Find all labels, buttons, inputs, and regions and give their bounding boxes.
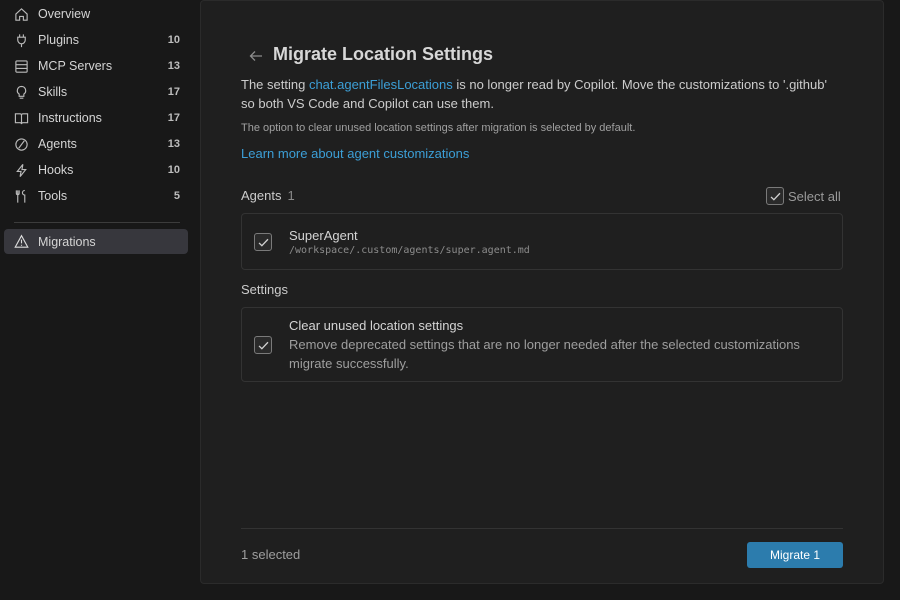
sidebar: Overview Plugins 10 MCP Servers 13 Skill…: [0, 0, 200, 600]
server-icon: [12, 57, 30, 75]
sidebar-divider: [14, 222, 180, 223]
sidebar-item-label: Tools: [38, 189, 68, 203]
page-description: The setting chat.agentFilesLocations is …: [241, 75, 841, 113]
sidebar-item-agents[interactable]: Agents 13: [4, 131, 188, 157]
setting-link[interactable]: chat.agentFilesLocations: [309, 77, 453, 92]
main-panel: Migrate Location Settings The setting ch…: [200, 0, 884, 584]
settings-item-checkbox[interactable]: [254, 336, 272, 354]
sidebar-item-plugins[interactable]: Plugins 10: [4, 27, 188, 53]
sidebar-item-migrations[interactable]: Migrations: [4, 229, 188, 254]
settings-item-description: Remove deprecated settings that are no l…: [289, 337, 800, 371]
check-icon: [258, 341, 268, 350]
learn-more-link[interactable]: Learn more about agent customizations: [241, 146, 469, 161]
sidebar-item-tools[interactable]: Tools 5: [4, 183, 188, 209]
home-icon: [12, 5, 30, 23]
sidebar-item-label: Overview: [38, 7, 91, 21]
sidebar-item-label: Hooks: [38, 163, 74, 177]
page-title: Migrate Location Settings: [273, 44, 494, 64]
arrow-left-icon: [249, 51, 262, 61]
sidebar-item-label: Instructions: [38, 111, 102, 125]
agent-icon: [12, 135, 30, 153]
sidebar-item-count: 17: [167, 86, 180, 98]
sidebar-item-count: 17: [167, 112, 180, 124]
sidebar-item-hooks[interactable]: Hooks 10: [4, 157, 188, 183]
sidebar-item-mcp-servers[interactable]: MCP Servers 13: [4, 53, 188, 79]
check-icon: [770, 192, 780, 201]
check-icon: [258, 238, 268, 247]
book-icon: [12, 109, 30, 127]
sidebar-item-overview[interactable]: Overview: [4, 1, 188, 27]
agent-item-checkbox[interactable]: [254, 233, 272, 251]
sidebar-item-label: Migrations: [38, 234, 96, 249]
selected-count: 1 selected: [241, 547, 301, 562]
back-button[interactable]: [245, 45, 267, 67]
sidebar-item-count: 13: [167, 60, 180, 72]
lightning-icon: [12, 161, 30, 179]
agent-item-card[interactable]: SuperAgent /workspace/.custom/agents/sup…: [241, 213, 843, 270]
footer-divider: [241, 528, 843, 529]
checkbox[interactable]: [766, 187, 784, 205]
migrate-button[interactable]: Migrate 1: [747, 542, 843, 568]
agents-section-label: Agents: [241, 188, 282, 203]
sidebar-item-instructions[interactable]: Instructions 17: [4, 105, 188, 131]
agents-section-title: Agents 1: [241, 188, 295, 203]
sidebar-item-count: 13: [167, 138, 180, 150]
default-note: The option to clear unused location sett…: [241, 122, 636, 134]
settings-item-card[interactable]: Clear unused location settings Remove de…: [241, 307, 843, 382]
warning-icon: [12, 233, 30, 251]
plug-icon: [12, 31, 30, 49]
sidebar-item-count: 5: [173, 190, 180, 202]
agent-path: /workspace/.custom/agents/super.agent.md: [289, 245, 530, 256]
settings-section-title: Settings: [241, 282, 288, 297]
tools-icon: [12, 187, 30, 205]
agent-name: SuperAgent: [289, 228, 358, 243]
sidebar-item-label: Plugins: [38, 33, 79, 47]
sidebar-item-label: MCP Servers: [38, 59, 113, 73]
sidebar-item-count: 10: [167, 34, 180, 46]
select-all-label: Select all: [788, 188, 841, 204]
sidebar-item-label: Agents: [38, 137, 77, 151]
select-all-checkbox[interactable]: Select all: [766, 187, 841, 205]
description-prefix: The setting: [241, 77, 309, 92]
agents-section-count: 1: [287, 188, 295, 203]
sidebar-item-label: Skills: [38, 85, 68, 99]
lightbulb-icon: [12, 83, 30, 101]
sidebar-item-skills[interactable]: Skills 17: [4, 79, 188, 105]
sidebar-item-count: 10: [167, 164, 180, 176]
settings-item-name: Clear unused location settings: [289, 318, 464, 333]
